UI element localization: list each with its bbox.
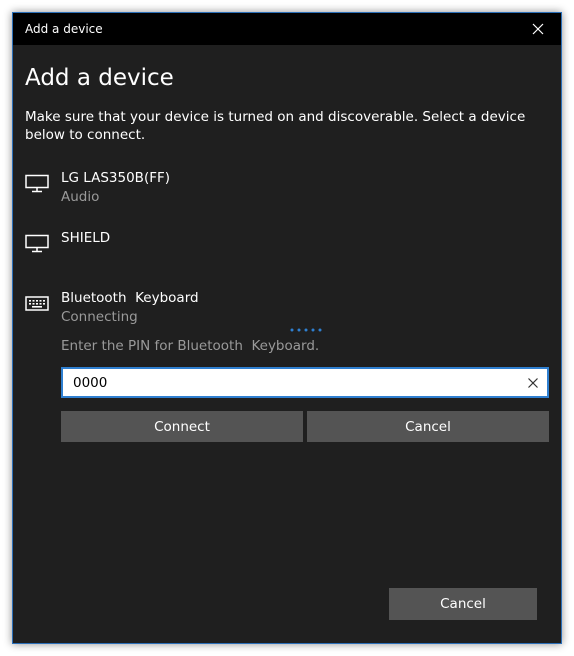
device-name: Bluetooth Keyboard xyxy=(61,290,199,306)
window-title: Add a device xyxy=(25,22,103,36)
keyboard-icon xyxy=(25,296,49,311)
title-bar: Add a device xyxy=(13,13,561,45)
close-icon xyxy=(532,23,544,35)
add-device-window: Add a device Add a device Make sure that… xyxy=(12,12,562,644)
device-name: LG LAS350B(FF) xyxy=(61,170,171,186)
cancel-button[interactable]: Cancel xyxy=(389,588,537,620)
device-item-lg-las350b[interactable]: LG LAS350B(FF) Audio xyxy=(13,170,561,220)
progress-dots-icon xyxy=(290,328,322,332)
close-button[interactable] xyxy=(515,13,561,45)
clear-icon xyxy=(528,378,538,388)
instruction-text: Make sure that your device is turned on … xyxy=(25,109,526,143)
pin-field xyxy=(61,367,549,398)
device-status: Audio xyxy=(61,189,100,205)
monitor-icon xyxy=(25,174,49,193)
device-name: SHIELD xyxy=(61,230,111,246)
pin-prompt: Enter the PIN for Bluetooth Keyboard. xyxy=(61,338,320,354)
monitor-icon xyxy=(25,234,49,253)
page-title: Add a device xyxy=(25,65,174,91)
pin-input[interactable] xyxy=(73,373,513,393)
clear-button[interactable] xyxy=(523,373,543,393)
device-item-shield[interactable]: SHIELD xyxy=(13,230,561,280)
pairing-cancel-button[interactable]: Cancel xyxy=(307,411,549,442)
device-item-bluetooth-keyboard[interactable]: Bluetooth Keyboard Connecting xyxy=(13,290,561,340)
device-status: Connecting xyxy=(61,309,138,325)
connect-button[interactable]: Connect xyxy=(61,411,303,442)
